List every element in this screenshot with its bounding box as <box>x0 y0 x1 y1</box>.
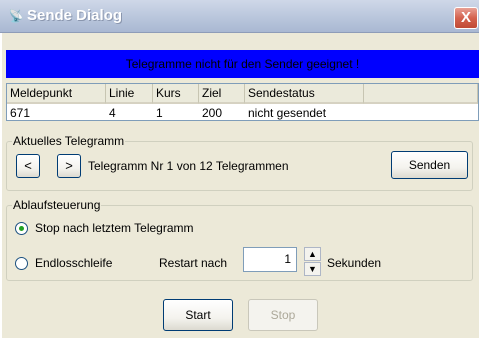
next-telegram-button[interactable]: > <box>57 154 81 178</box>
close-button[interactable]: X <box>454 7 478 29</box>
start-button[interactable]: Start <box>163 299 233 331</box>
cell-ziel: 200 <box>202 106 223 120</box>
stop-button[interactable]: Stop <box>248 299 318 331</box>
column-header-meldepunkt[interactable]: Meldepunkt <box>7 84 106 104</box>
restart-seconds-input[interactable]: 1 <box>243 247 297 272</box>
seconds-label: Sekunden <box>327 256 382 270</box>
send-dialog-window: 📡 Sende Dialog X Telegramme nicht für de… <box>0 0 479 338</box>
spin-down-icon[interactable]: ▼ <box>304 262 321 276</box>
status-banner: Telegramme nicht für den Sender geeignet… <box>6 50 479 78</box>
window-edge <box>0 33 2 338</box>
title-bar[interactable]: 📡 Sende Dialog X <box>0 0 479 33</box>
telegram-table[interactable]: Meldepunkt Linie Kurs Ziel Sendestatus 6… <box>6 83 479 121</box>
antenna-icon: 📡 <box>8 9 24 23</box>
column-header-ziel[interactable]: Ziel <box>199 84 245 104</box>
send-button[interactable]: Senden <box>391 151 468 179</box>
flow-control-group-label: Ablaufsteuerung <box>12 198 102 212</box>
column-header-sendestatus[interactable]: Sendestatus <box>245 84 364 104</box>
endless-loop-radio[interactable] <box>15 257 28 270</box>
radio-selected-dot <box>19 226 24 231</box>
telegram-position-info: Telegramm Nr 1 von 12 Telegrammen <box>88 159 289 173</box>
restart-after-label: Restart nach <box>159 256 228 270</box>
column-header-kurs[interactable]: Kurs <box>153 84 199 104</box>
stop-after-last-label[interactable]: Stop nach letztem Telegramm <box>35 220 194 236</box>
cell-linie: 4 <box>109 106 116 120</box>
cell-kurs: 1 <box>156 106 163 120</box>
table-header: Meldepunkt Linie Kurs Ziel Sendestatus <box>7 84 478 104</box>
column-header-empty <box>364 84 478 104</box>
window-title: Sende Dialog <box>27 7 123 24</box>
cell-meldepunkt: 671 <box>10 106 31 120</box>
current-telegram-group-label: Aktuelles Telegramm <box>12 134 126 148</box>
spin-up-icon[interactable]: ▲ <box>304 247 321 261</box>
stop-after-last-radio[interactable] <box>15 222 28 235</box>
column-header-linie[interactable]: Linie <box>106 84 153 104</box>
previous-telegram-button[interactable]: < <box>16 154 40 178</box>
cell-sendestatus: nicht gesendet <box>248 106 327 120</box>
endless-loop-label[interactable]: Endlosschleife <box>35 255 112 271</box>
table-row[interactable]: 671 4 1 200 nicht gesendet <box>7 105 478 121</box>
restart-seconds-spinner[interactable]: ▲ ▼ <box>304 247 321 277</box>
